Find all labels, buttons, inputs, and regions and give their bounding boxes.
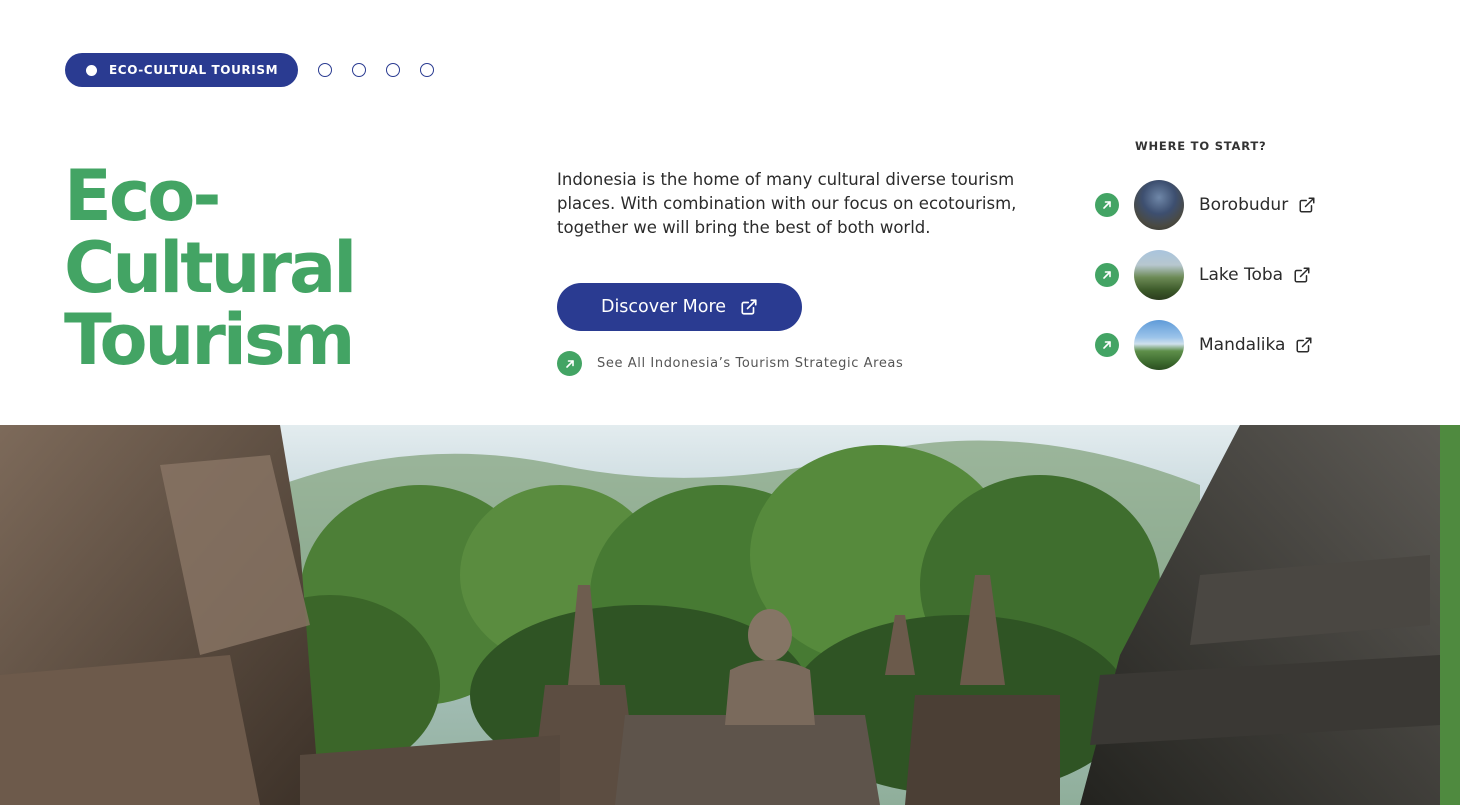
where-to-start-heading: WHERE TO START? — [1135, 139, 1267, 153]
discover-more-button[interactable]: Discover More — [557, 283, 802, 331]
hero-illustration — [0, 425, 1460, 805]
arrow-up-right-icon — [1095, 193, 1119, 217]
borobudur-thumbnail — [1134, 180, 1184, 230]
destination-mandalika[interactable]: Mandalika — [1095, 320, 1313, 370]
active-dot-icon — [86, 64, 97, 76]
external-link-icon — [1299, 197, 1315, 213]
external-link-icon — [1296, 337, 1312, 353]
tab-label: ECO-CULTUAL TOURISM — [109, 63, 279, 77]
tab-dot-4[interactable] — [386, 63, 401, 77]
mandalika-thumbnail — [1134, 320, 1184, 370]
page-title: Eco-Cultural Tourism — [64, 155, 357, 381]
external-link-icon — [741, 299, 757, 315]
discover-more-label: Discover More — [600, 297, 727, 317]
see-all-label: See All Indonesia’s Tourism Strategic Ar… — [597, 356, 904, 371]
tab-dot-2[interactable] — [318, 63, 333, 77]
intro-description: Indonesia is the home of many cultural d… — [557, 170, 1017, 237]
hero-image-borobudur — [0, 425, 1460, 805]
destination-name: Mandalika — [1199, 335, 1286, 355]
tab-dot-5[interactable] — [420, 63, 435, 77]
tab-eco-cultural-tourism[interactable]: ECO-CULTUAL TOURISM — [65, 53, 299, 87]
arrow-up-right-icon — [1095, 333, 1119, 357]
destination-name: Borobudur — [1199, 195, 1289, 215]
see-all-strategic-areas-link[interactable]: See All Indonesia’s Tourism Strategic Ar… — [557, 351, 903, 376]
destination-borobudur[interactable]: Borobudur — [1095, 180, 1316, 230]
destination-lake-toba[interactable]: Lake Toba — [1095, 250, 1311, 300]
arrow-up-right-icon — [1095, 263, 1119, 287]
arrow-up-right-icon — [557, 351, 582, 376]
lake-toba-thumbnail — [1134, 250, 1184, 300]
tab-dot-3[interactable] — [352, 63, 367, 77]
slide-tabs: ECO-CULTUAL TOURISM — [65, 53, 435, 87]
destination-name: Lake Toba — [1199, 265, 1284, 285]
external-link-icon — [1294, 267, 1310, 283]
